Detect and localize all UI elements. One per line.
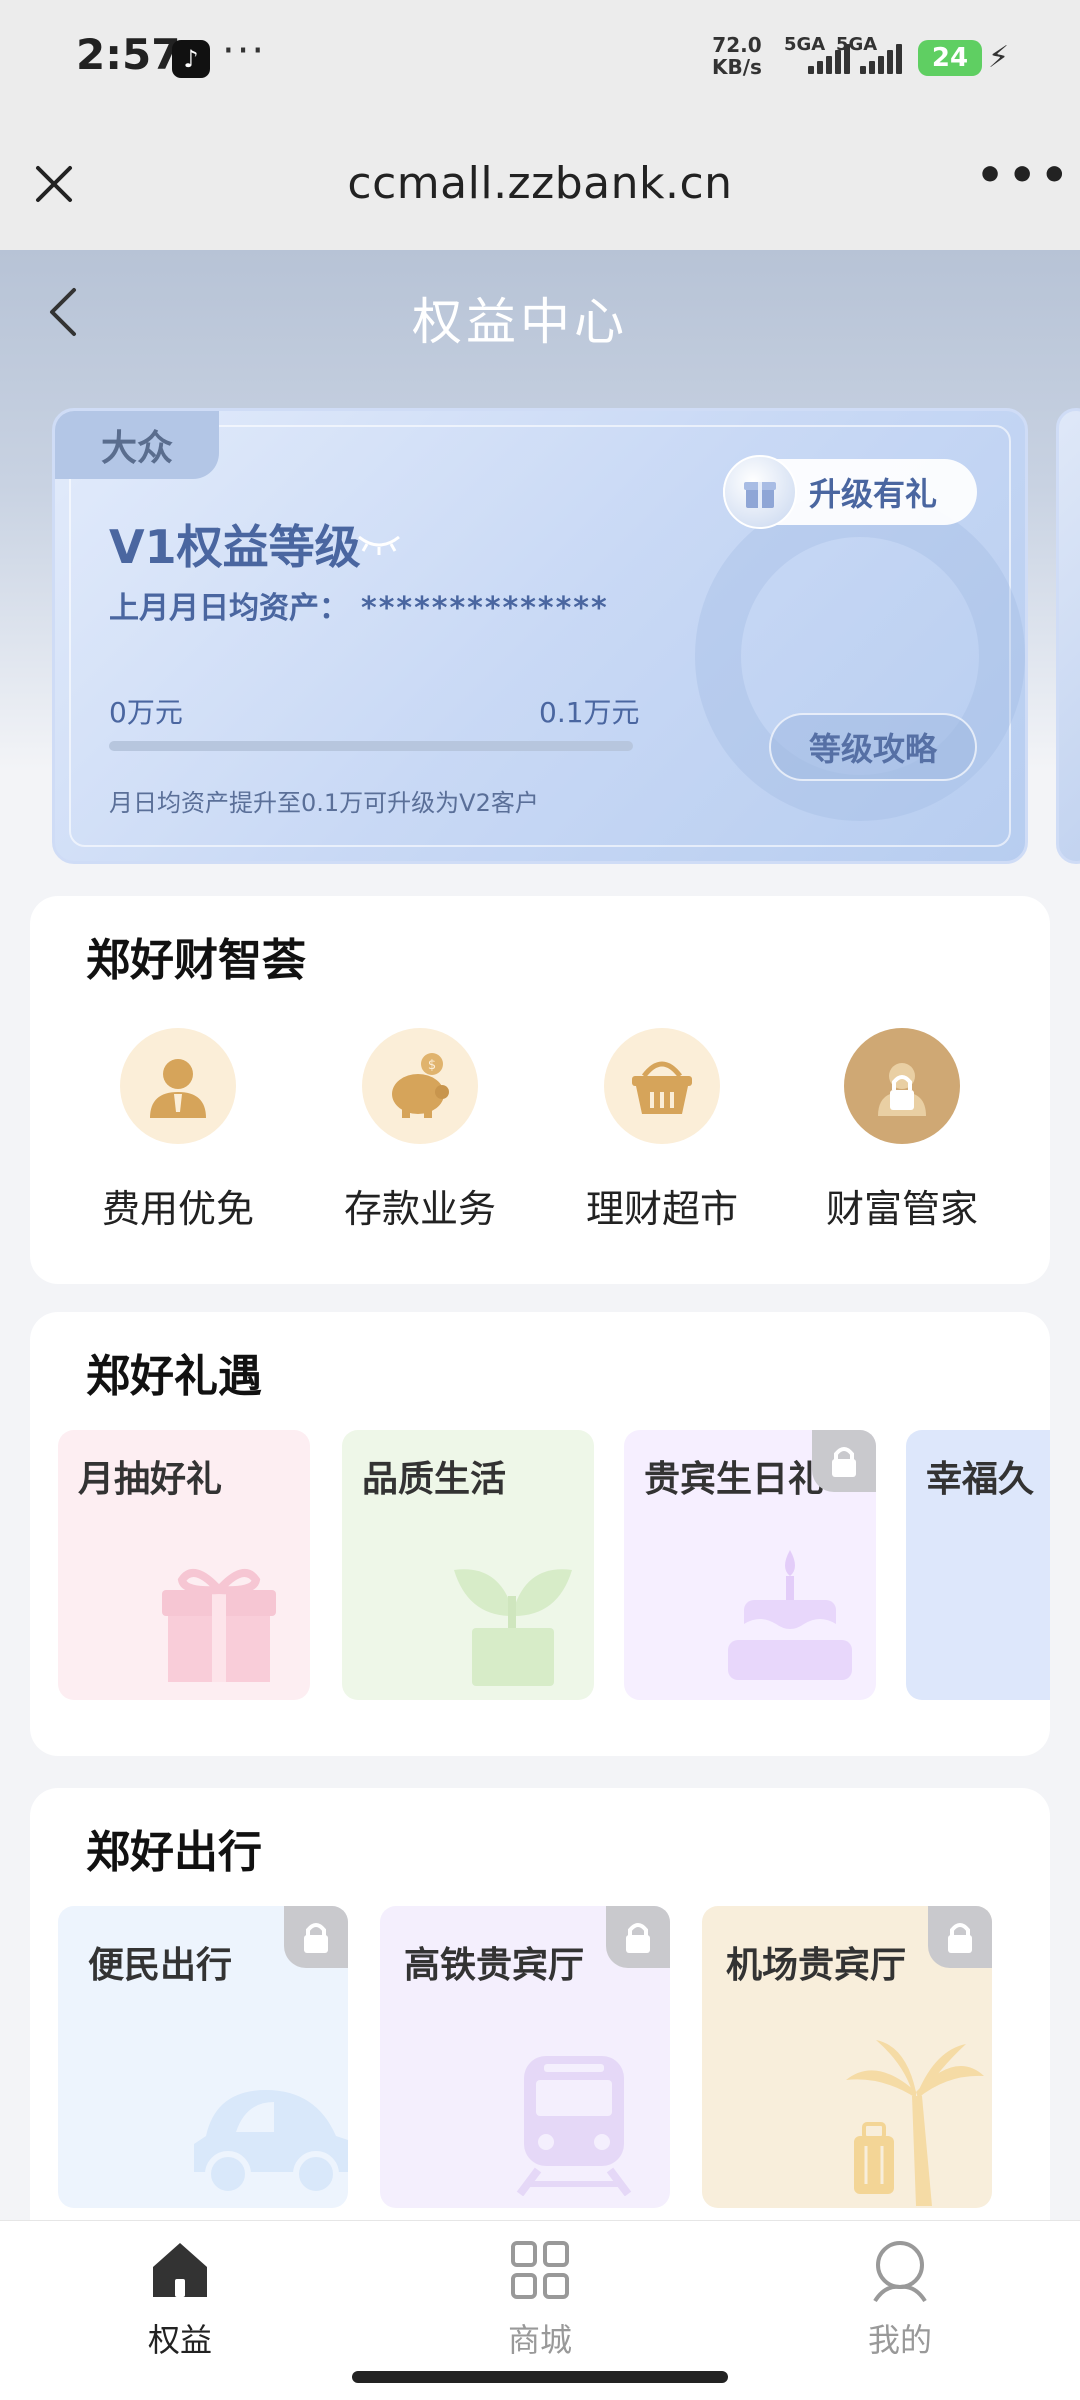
- signal-type-label: 5GA: [784, 34, 826, 55]
- asset-row: 上月月日均资产： **************: [109, 583, 609, 627]
- next-level-card[interactable]: [1056, 408, 1080, 864]
- status-time: 2:57: [76, 30, 181, 79]
- net-speed-value: 72.0: [712, 33, 762, 57]
- progress-min: 0万元: [109, 696, 183, 729]
- wealth-item-deposit[interactable]: $ 存款业务: [320, 1028, 520, 1233]
- wealth-item-label: 理财超市: [585, 1187, 738, 1231]
- more-options-icon[interactable]: •••: [976, 150, 1072, 201]
- asset-label: 上月月日均资产：: [109, 591, 349, 626]
- car-icon: [194, 2090, 348, 2196]
- member-tag: 大众: [55, 411, 219, 479]
- upgrade-gift-label: 升级有礼: [809, 475, 938, 513]
- advisor-person-icon: [120, 1028, 236, 1144]
- wealth-section: 郑好财智荟 费用优免 $ 存款业务 理财超市 财富管家: [30, 896, 1050, 1284]
- tile-label: 幸福久: [926, 1459, 1035, 1500]
- nav-item-profile[interactable]: 我的: [800, 2235, 1000, 2361]
- level-guide-label: 等级攻略: [808, 730, 937, 768]
- level-card: 大众 V1权益等级 上月月日均资产： ************** 升级有礼 0万…: [52, 408, 1028, 864]
- gift-tile-vip-birthday[interactable]: 贵宾生日礼: [624, 1430, 876, 1700]
- svg-text:$: $: [428, 1058, 436, 1073]
- nav-label: 商城: [507, 2321, 572, 2359]
- gift-tile-quality-life[interactable]: 品质生活: [342, 1430, 594, 1700]
- asset-value-masked: **************: [361, 591, 609, 626]
- lock-icon: [928, 1906, 992, 1968]
- wealth-item-label: 存款业务: [343, 1187, 496, 1231]
- progress-max: 0.1万元: [539, 696, 640, 729]
- wealth-item-fee-waiver[interactable]: 费用优免: [78, 1028, 278, 1233]
- upgrade-hint: 月日均资产提升至0.1万可升级为V2客户: [109, 789, 539, 817]
- plant-pot-icon: [454, 1569, 572, 1686]
- charging-icon: ⚡: [988, 40, 1010, 75]
- network-speed: 72.0 KB/s: [712, 34, 762, 78]
- section-title: 郑好礼遇: [86, 1351, 262, 1402]
- tiktok-icon: ♪: [172, 40, 210, 78]
- gift-tile-happiness[interactable]: 幸福久: [906, 1430, 1050, 1700]
- birthday-cake-icon: [728, 1550, 852, 1680]
- level-title: V1权益等级: [109, 520, 361, 574]
- tile-label: 品质生活: [362, 1459, 507, 1500]
- section-title: 郑好出行: [86, 1827, 262, 1878]
- travel-section: 郑好出行 便民出行 高铁贵宾厅 机场贵宾厅: [30, 1788, 1050, 2248]
- palm-luggage-icon: [846, 2040, 984, 2206]
- gift-tile-monthly-draw[interactable]: 月抽好礼: [58, 1430, 310, 1700]
- nav-label: 权益: [147, 2321, 212, 2359]
- nav-item-mall[interactable]: 商城: [440, 2235, 640, 2361]
- travel-tile-rail-lounge[interactable]: 高铁贵宾厅: [380, 1906, 670, 2208]
- wealth-item-label: 费用优免: [101, 1187, 254, 1231]
- grid-icon: [511, 2241, 569, 2299]
- lock-icon: [606, 1906, 670, 1968]
- gift-icon: [723, 455, 797, 529]
- tile-label: 月抽好礼: [78, 1459, 223, 1500]
- level-guide-button[interactable]: 等级攻略: [769, 713, 977, 781]
- hide-eye-icon[interactable]: [355, 531, 403, 557]
- lock-icon: [844, 1028, 960, 1144]
- gift-section: 郑好礼遇 月抽好礼 品质生活 贵宾生日礼 幸福久: [30, 1312, 1050, 1756]
- train-icon: [516, 2056, 632, 2196]
- progress-bar: [109, 741, 633, 751]
- user-icon: [873, 2241, 927, 2303]
- page: 2:57 ♪ ··· 72.0 KB/s 5GA 5GA 24 ⚡ ccmall…: [0, 0, 1080, 2400]
- lock-icon: [284, 1906, 348, 1968]
- signal-strength-icon-2: 5GA: [836, 34, 916, 74]
- wealth-item-wealth-butler[interactable]: 财富管家: [802, 1028, 1002, 1233]
- more-notifications-icon: ···: [222, 28, 267, 74]
- wealth-item-wealth-market[interactable]: 理财超市: [562, 1028, 762, 1233]
- tile-label: 高铁贵宾厅: [404, 1945, 585, 1986]
- shopping-basket-icon: [604, 1028, 720, 1144]
- wealth-item-label: 财富管家: [825, 1187, 978, 1231]
- tile-label: 机场贵宾厅: [726, 1945, 907, 1986]
- lock-icon: [812, 1430, 876, 1492]
- home-indicator: [352, 2371, 728, 2383]
- section-title: 郑好财智荟: [86, 935, 306, 986]
- tile-label: 便民出行: [88, 1945, 233, 1986]
- gift-box-icon: [162, 1568, 276, 1682]
- nav-item-benefits[interactable]: 权益: [80, 2235, 280, 2361]
- signal-type-label-2: 5GA: [836, 34, 878, 55]
- page-title: 权益中心: [412, 293, 628, 351]
- home-icon: [153, 2243, 207, 2297]
- net-speed-unit: KB/s: [712, 55, 762, 79]
- piggy-bank-icon: $: [362, 1028, 478, 1144]
- tile-label: 贵宾生日礼: [644, 1459, 825, 1500]
- battery-icon: 24: [918, 40, 982, 76]
- battery-level: 24: [931, 43, 969, 73]
- travel-tile-airport-lounge[interactable]: 机场贵宾厅: [702, 1906, 992, 2208]
- url-text: ccmall.zzbank.cn: [347, 158, 733, 209]
- nav-label: 我的: [867, 2321, 932, 2359]
- travel-tile-convenient[interactable]: 便民出行: [58, 1906, 348, 2208]
